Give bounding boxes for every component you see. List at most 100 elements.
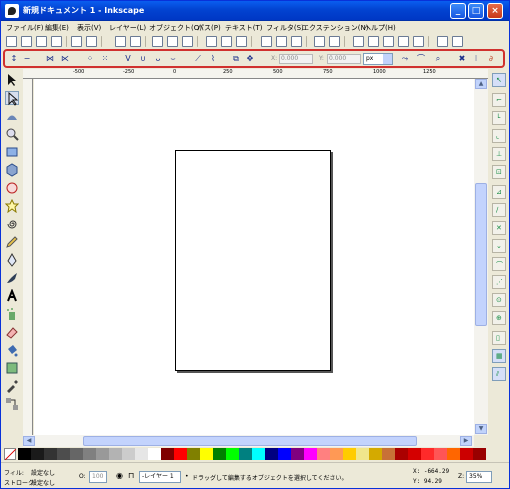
delete-segment-icon[interactable]: ⁙ <box>100 54 110 64</box>
color-swatch[interactable] <box>174 448 187 460</box>
color-swatch[interactable] <box>122 448 135 460</box>
group-icon[interactable] <box>314 36 325 47</box>
menu-file[interactable]: ファイル(F) <box>6 23 44 33</box>
color-swatch[interactable] <box>57 448 70 460</box>
node-tool-icon[interactable] <box>5 91 19 106</box>
color-swatch[interactable] <box>317 448 330 460</box>
unit-select[interactable]: px <box>363 53 393 65</box>
document-properties-icon[interactable] <box>452 36 463 47</box>
color-swatch[interactable] <box>252 448 265 460</box>
zoom-input[interactable]: 35% <box>466 471 492 483</box>
x-coordinate-input[interactable]: 0.000 <box>279 54 313 64</box>
preferences-icon[interactable] <box>437 36 448 47</box>
make-symmetric-icon[interactable]: ᴗ <box>153 54 163 64</box>
color-swatch[interactable] <box>187 448 200 460</box>
import-icon[interactable] <box>71 36 82 47</box>
color-swatch[interactable] <box>369 448 382 460</box>
snap-cusp-icon[interactable]: ⌄ <box>492 239 506 253</box>
text-font-icon[interactable] <box>368 36 379 47</box>
selector-tool-icon[interactable] <box>5 73 19 87</box>
3d-box-tool-icon[interactable] <box>5 163 19 177</box>
break-path-icon[interactable]: ⋉ <box>60 54 70 64</box>
menu-help[interactable]: ヘルプ(H) <box>364 23 396 33</box>
align-distribute-icon[interactable] <box>413 36 424 47</box>
menu-text[interactable]: テキスト(T) <box>225 23 263 33</box>
menu-object[interactable]: オブジェクト(O) <box>149 23 202 33</box>
color-swatch[interactable] <box>148 448 161 460</box>
open-icon[interactable] <box>21 36 32 47</box>
snap-bbox-center-icon[interactable]: ⊡ <box>492 165 506 179</box>
pencil-tool-icon[interactable] <box>5 235 19 249</box>
color-swatch[interactable] <box>395 448 408 460</box>
color-swatch[interactable] <box>135 448 148 460</box>
show-transform-handles-icon[interactable]: ✖ <box>457 54 467 64</box>
color-swatch[interactable] <box>31 448 44 460</box>
color-swatch[interactable] <box>18 448 31 460</box>
ellipse-tool-icon[interactable] <box>5 181 19 195</box>
text-tool-icon[interactable] <box>5 288 19 303</box>
zoom-page-icon[interactable] <box>236 36 247 47</box>
color-swatch[interactable] <box>109 448 122 460</box>
segment-to-curve-icon[interactable]: ⌇ <box>208 54 218 64</box>
scroll-right-icon[interactable]: ▶ <box>460 436 472 446</box>
star-tool-icon[interactable] <box>4 198 20 214</box>
zoom-drawing-icon[interactable] <box>221 36 232 47</box>
layers-icon[interactable] <box>383 36 394 47</box>
close-button[interactable]: × <box>487 3 503 19</box>
unlink-clone-icon[interactable] <box>291 36 302 47</box>
color-swatch[interactable] <box>265 448 278 460</box>
color-swatch[interactable] <box>356 448 369 460</box>
color-swatch[interactable] <box>382 448 395 460</box>
lock-icon[interactable]: ⊓ <box>128 471 134 480</box>
spiral-tool-icon[interactable] <box>5 217 19 231</box>
layer-select[interactable]: -レイヤー 1 <box>139 471 181 483</box>
snap-midpoint-icon[interactable]: ⋰ <box>492 275 506 289</box>
ungroup-icon[interactable] <box>329 36 340 47</box>
snap-guide-icon[interactable]: ⫽ <box>492 367 506 381</box>
eraser-tool-icon[interactable] <box>5 325 19 339</box>
rectangle-tool-icon[interactable] <box>5 145 19 159</box>
snap-smooth-icon[interactable]: ⌒ <box>492 257 506 271</box>
snap-page-border-icon[interactable]: ▯ <box>492 331 506 345</box>
spray-tool-icon[interactable] <box>5 307 19 321</box>
vertical-scroll-thumb[interactable] <box>475 183 487 326</box>
menu-view[interactable]: 表示(V) <box>77 23 101 33</box>
snap-grid-icon[interactable]: ▦ <box>492 349 506 363</box>
show-outline-icon[interactable]: ⌒ <box>416 54 426 64</box>
color-swatch[interactable] <box>460 448 473 460</box>
opacity-input[interactable]: 100 <box>89 471 107 483</box>
fill-stroke-icon[interactable] <box>353 36 364 47</box>
color-swatch[interactable] <box>226 448 239 460</box>
copy-icon[interactable] <box>152 36 163 47</box>
make-cusp-icon[interactable]: V <box>123 54 133 64</box>
print-icon[interactable] <box>51 36 62 47</box>
snap-intersection-icon[interactable]: ✕ <box>492 221 506 235</box>
eye-icon[interactable]: ◉ <box>116 471 123 480</box>
color-swatch[interactable] <box>304 448 317 460</box>
vertical-scrollbar[interactable]: ▲ ▼ <box>474 79 488 435</box>
color-swatch[interactable] <box>434 448 447 460</box>
color-swatch[interactable] <box>161 448 174 460</box>
xml-editor-icon[interactable] <box>398 36 409 47</box>
show-handles-icon[interactable]: ⤳ <box>400 54 410 64</box>
snap-bbox-midpoint-icon[interactable]: ⊥ <box>492 147 506 161</box>
color-swatch[interactable] <box>213 448 226 460</box>
scroll-down-icon[interactable]: ▼ <box>475 424 487 434</box>
snap-path-icon[interactable]: ∕ <box>492 203 506 217</box>
join-nodes-icon[interactable]: ⋈ <box>45 54 55 64</box>
segment-to-line-icon[interactable]: ⟋ <box>193 54 203 64</box>
y-coordinate-input[interactable]: 0.000 <box>327 54 361 64</box>
cut-icon[interactable] <box>167 36 178 47</box>
color-swatch[interactable] <box>96 448 109 460</box>
color-swatch[interactable] <box>473 448 486 460</box>
calligraphy-tool-icon[interactable] <box>5 271 19 285</box>
zoom-selection-icon[interactable] <box>206 36 217 47</box>
duplicate-icon[interactable] <box>261 36 272 47</box>
drawing-canvas[interactable] <box>34 79 474 435</box>
redo-icon[interactable] <box>130 36 141 47</box>
gradient-tool-icon[interactable] <box>5 361 19 375</box>
color-swatch[interactable] <box>408 448 421 460</box>
menu-filters[interactable]: フィルタ(S) <box>266 23 304 33</box>
export-icon[interactable] <box>86 36 97 47</box>
color-swatch[interactable] <box>343 448 356 460</box>
